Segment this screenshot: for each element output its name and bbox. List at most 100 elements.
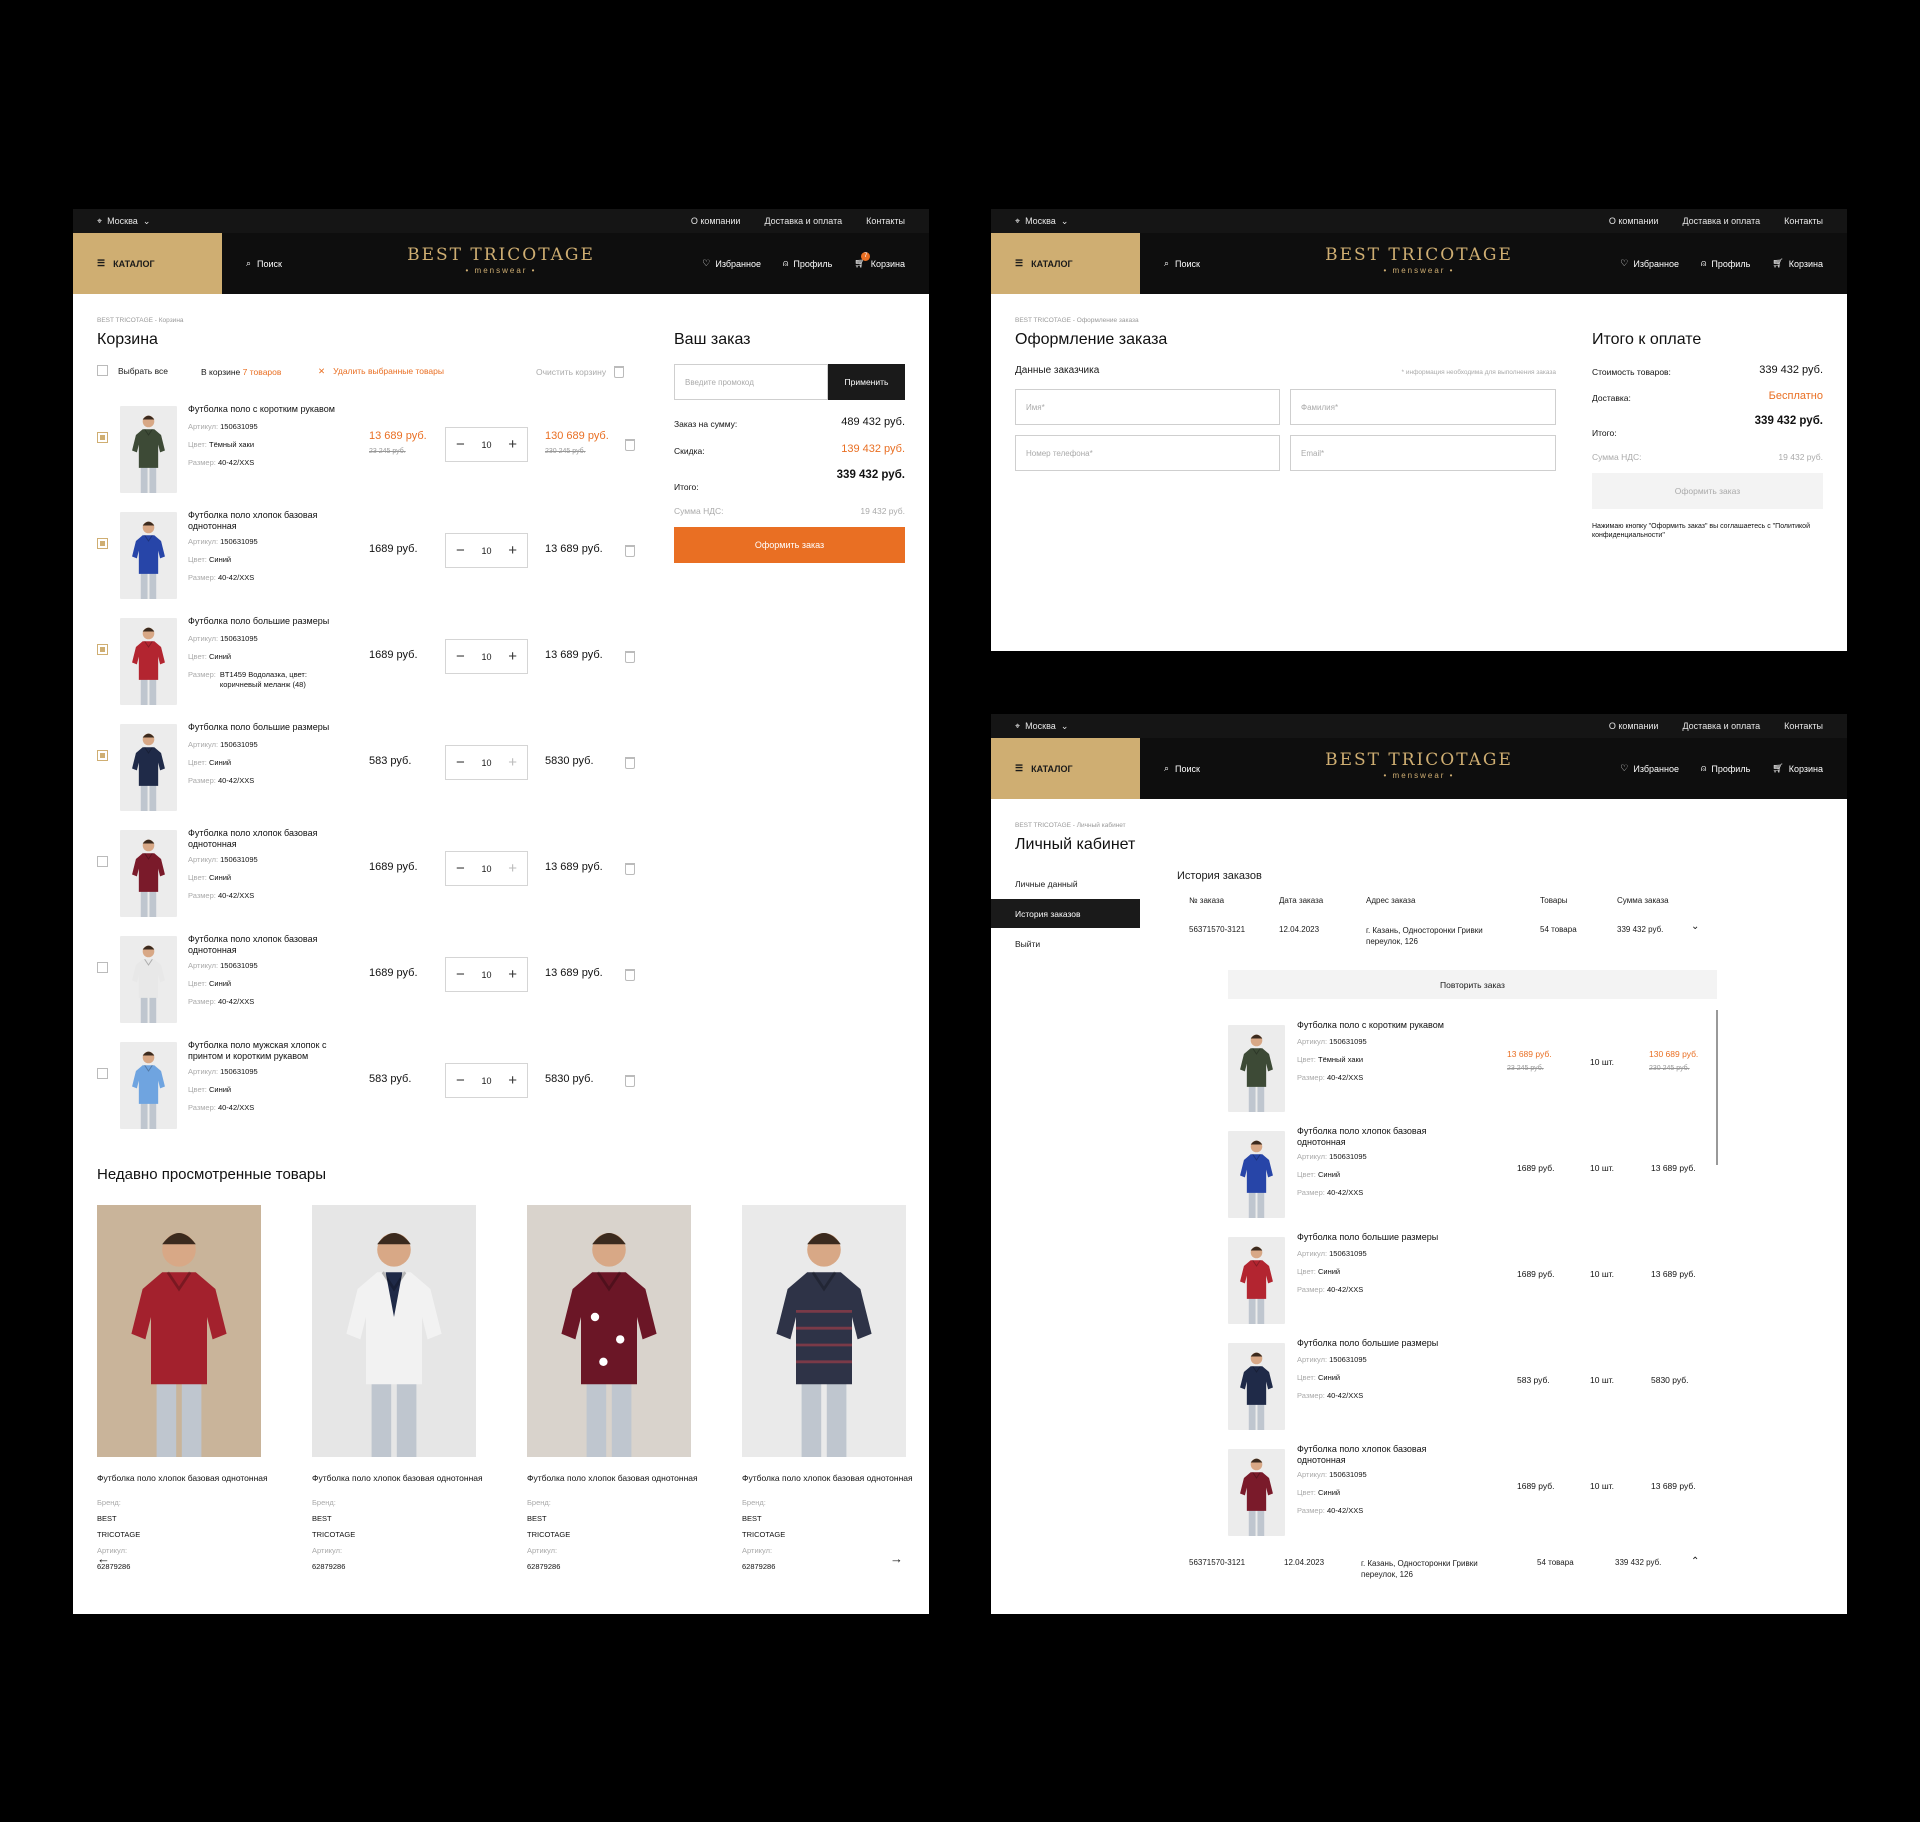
item-name[interactable]: Футболка поло хлопок базовая однотонная xyxy=(188,510,338,532)
minus-button[interactable]: − xyxy=(456,648,465,665)
minus-button[interactable]: − xyxy=(456,966,465,983)
product-image[interactable] xyxy=(120,830,177,917)
plus-button[interactable]: + xyxy=(508,542,517,559)
repeat-order-button[interactable]: Повторить заказ xyxy=(1228,970,1717,999)
product-card-image[interactable] xyxy=(312,1205,476,1457)
delete-selected-button[interactable]: ✕ Удалить выбранные товары xyxy=(318,366,444,377)
product-image[interactable] xyxy=(120,406,177,493)
menu-logout[interactable]: Выйти xyxy=(1015,939,1040,949)
arrow-left-icon[interactable]: ← xyxy=(97,1551,110,1566)
search-button[interactable]: ⌕ Поиск xyxy=(246,258,282,269)
item-name[interactable]: Футболка поло хлопок базовая однотонная xyxy=(1297,1444,1447,1466)
link-about[interactable]: О компании xyxy=(691,216,741,226)
scrollbar-thumb[interactable] xyxy=(1716,1010,1718,1165)
place-order-button[interactable]: Оформить заказ xyxy=(1592,473,1823,509)
cart-link[interactable]: 🛒︎ 7 Корзина xyxy=(854,252,905,269)
product-image[interactable] xyxy=(1228,1025,1285,1112)
search-button[interactable]: ⌕ Поиск xyxy=(1164,258,1200,269)
product-image[interactable] xyxy=(120,724,177,811)
chevron-up-icon[interactable]: ⌃ xyxy=(1691,1556,1699,1567)
minus-button[interactable]: − xyxy=(456,754,465,771)
product-image[interactable] xyxy=(120,1042,177,1129)
catalog-button[interactable]: ☰ КАТАЛОГ xyxy=(991,738,1140,799)
item-checkbox[interactable] xyxy=(97,856,108,867)
favorites-link[interactable]: ♡ Избранное xyxy=(1620,763,1679,774)
product-image[interactable] xyxy=(120,512,177,599)
item-checkbox[interactable] xyxy=(97,962,108,973)
menu-order-history[interactable]: История заказов xyxy=(991,899,1140,928)
clear-cart-button[interactable]: Очистить корзину xyxy=(536,366,625,378)
link-contacts[interactable]: Контакты xyxy=(1784,216,1823,226)
item-name[interactable]: Футболка поло большие размеры xyxy=(1297,1338,1447,1349)
apply-promo-button[interactable]: Применить xyxy=(828,364,905,400)
item-name[interactable]: Футболка поло большие размеры xyxy=(1297,1232,1447,1243)
product-image[interactable] xyxy=(1228,1343,1285,1430)
item-checkbox[interactable] xyxy=(97,1068,108,1079)
item-checkbox[interactable] xyxy=(97,432,108,443)
trash-icon[interactable] xyxy=(625,863,635,875)
trash-icon[interactable] xyxy=(625,439,635,451)
plus-button[interactable]: + xyxy=(508,648,517,665)
product-card-name[interactable]: Футболка поло хлопок базовая однотонная xyxy=(527,1473,702,1484)
product-card-name[interactable]: Футболка поло хлопок базовая однотонная xyxy=(742,1473,917,1484)
product-card-name[interactable]: Футболка поло хлопок базовая однотонная xyxy=(312,1473,487,1484)
item-name[interactable]: Футболка поло большие размеры xyxy=(188,616,338,627)
cart-link[interactable]: 🛒︎ Корзина xyxy=(1772,763,1823,774)
cart-link[interactable]: 🛒︎ Корзина xyxy=(1772,258,1823,269)
product-image[interactable] xyxy=(1228,1237,1285,1324)
product-image[interactable] xyxy=(1228,1449,1285,1536)
checkout-button[interactable]: Оформить заказ xyxy=(674,527,905,563)
trash-icon[interactable] xyxy=(625,651,635,663)
minus-button[interactable]: − xyxy=(456,436,465,453)
plus-button[interactable]: + xyxy=(508,966,517,983)
logo[interactable]: BEST TRICOTAGE • menswear • xyxy=(1325,750,1513,780)
plus-button[interactable]: + xyxy=(508,860,517,877)
menu-personal-data[interactable]: Личные данный xyxy=(1015,879,1078,889)
product-image[interactable] xyxy=(120,618,177,705)
favorites-link[interactable]: ♡ Избранное xyxy=(702,258,761,269)
select-all-checkbox[interactable] xyxy=(97,365,108,376)
city-selector[interactable]: ⌖ Москва ⌄ xyxy=(1015,216,1068,227)
trash-icon[interactable] xyxy=(625,757,635,769)
logo[interactable]: BEST TRICOTAGE • menswear • xyxy=(407,245,595,275)
link-delivery[interactable]: Доставка и оплата xyxy=(1682,721,1760,731)
link-contacts[interactable]: Контакты xyxy=(866,216,905,226)
email-field[interactable]: Email* xyxy=(1290,435,1556,471)
phone-field[interactable]: Номер телефона* xyxy=(1015,435,1280,471)
favorites-link[interactable]: ♡ Избранное xyxy=(1620,258,1679,269)
first-name-field[interactable]: Имя* xyxy=(1015,389,1280,425)
last-name-field[interactable]: Фамилия* xyxy=(1290,389,1556,425)
item-checkbox[interactable] xyxy=(97,644,108,655)
item-name[interactable]: Футболка поло хлопок базовая однотонная xyxy=(1297,1126,1447,1148)
profile-link[interactable]: ⍝ Профиль xyxy=(783,258,832,269)
promo-input[interactable]: Введите промокод xyxy=(674,364,828,400)
city-selector[interactable]: ⌖ Москва ⌄ xyxy=(97,216,150,227)
item-name[interactable]: Футболка поло хлопок базовая однотонная xyxy=(188,828,338,850)
plus-button[interactable]: + xyxy=(508,436,517,453)
select-all[interactable]: Выбрать все xyxy=(97,365,168,376)
search-button[interactable]: ⌕ Поиск xyxy=(1164,763,1200,774)
product-card-image[interactable] xyxy=(97,1205,261,1457)
item-name[interactable]: Футболка поло хлопок базовая однотонная xyxy=(188,934,338,956)
link-about[interactable]: О компании xyxy=(1609,721,1659,731)
link-about[interactable]: О компании xyxy=(1609,216,1659,226)
plus-button[interactable]: + xyxy=(508,754,517,771)
item-name[interactable]: Футболка поло мужская хлопок с принтом и… xyxy=(188,1040,338,1062)
item-name[interactable]: Футболка поло большие размеры xyxy=(188,722,338,733)
trash-icon[interactable] xyxy=(625,1075,635,1087)
item-name[interactable]: Футболка поло с коротким рукавом xyxy=(188,404,338,415)
catalog-button[interactable]: ☰ КАТАЛОГ xyxy=(73,233,222,294)
chevron-down-icon[interactable]: ⌄ xyxy=(1691,921,1699,932)
city-selector[interactable]: ⌖ Москва ⌄ xyxy=(1015,721,1068,732)
minus-button[interactable]: − xyxy=(456,1072,465,1089)
catalog-button[interactable]: ☰ КАТАЛОГ xyxy=(991,233,1140,294)
minus-button[interactable]: − xyxy=(456,542,465,559)
link-delivery[interactable]: Доставка и оплата xyxy=(764,216,842,226)
arrow-right-icon[interactable]: → xyxy=(890,1551,903,1566)
product-image[interactable] xyxy=(1228,1131,1285,1218)
minus-button[interactable]: − xyxy=(456,860,465,877)
plus-button[interactable]: + xyxy=(508,1072,517,1089)
trash-icon[interactable] xyxy=(625,969,635,981)
product-image[interactable] xyxy=(120,936,177,1023)
item-checkbox[interactable] xyxy=(97,750,108,761)
